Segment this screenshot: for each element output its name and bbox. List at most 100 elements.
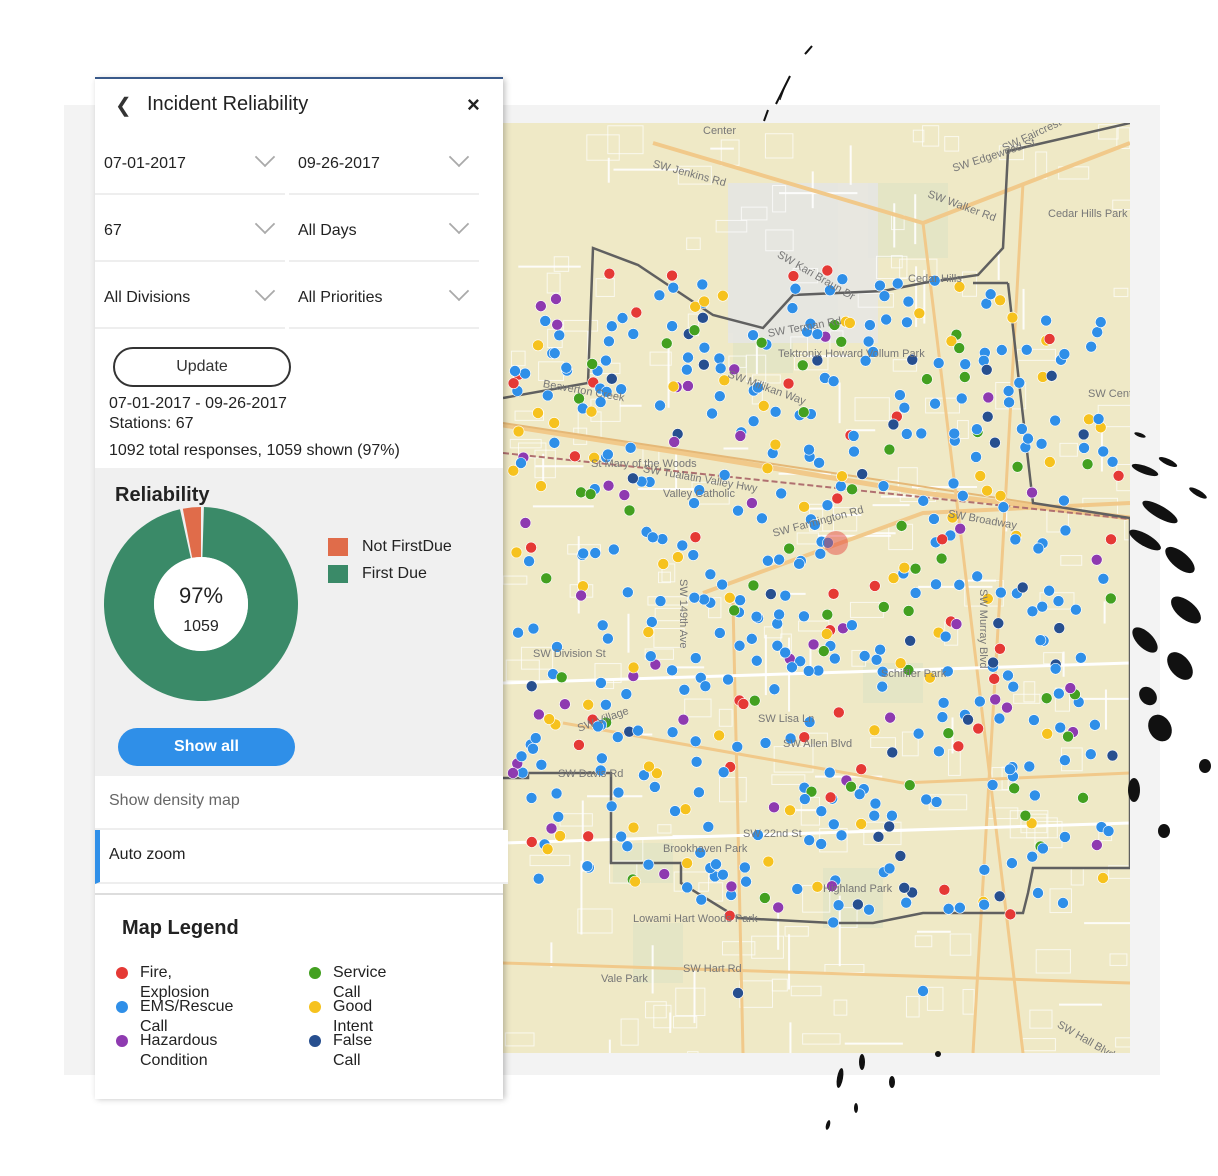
incident-marker[interactable] (627, 472, 639, 485)
incident-marker[interactable] (880, 313, 892, 326)
incident-marker[interactable] (947, 477, 960, 490)
incident-marker[interactable] (682, 380, 694, 392)
incident-marker[interactable] (796, 359, 809, 372)
incident-marker[interactable] (886, 746, 899, 759)
incident-marker[interactable] (1059, 754, 1071, 766)
incident-marker[interactable] (982, 391, 995, 404)
incident-marker[interactable] (548, 437, 561, 449)
incident-marker[interactable] (669, 805, 681, 817)
incident-marker[interactable] (1062, 730, 1074, 743)
incident-marker[interactable] (620, 688, 633, 700)
incident-marker[interactable] (747, 579, 760, 592)
incident-marker[interactable] (552, 811, 565, 823)
incident-marker[interactable] (603, 335, 615, 348)
incident-marker[interactable] (632, 724, 644, 737)
incident-marker[interactable] (786, 302, 799, 314)
incident-marker[interactable] (835, 829, 848, 842)
incident-marker[interactable] (555, 671, 568, 684)
incident-marker[interactable] (1019, 809, 1032, 822)
incident-marker[interactable] (874, 279, 886, 292)
incident-marker[interactable] (921, 373, 933, 385)
incident-marker[interactable] (713, 352, 726, 365)
auto-zoom-option[interactable]: Auto zoom (95, 830, 508, 884)
incident-marker[interactable] (909, 562, 922, 575)
incident-marker[interactable] (689, 652, 702, 664)
incident-marker[interactable] (1054, 721, 1067, 734)
incident-marker[interactable] (1043, 584, 1055, 597)
incident-marker[interactable] (1092, 413, 1105, 425)
incident-marker[interactable] (746, 633, 758, 645)
incident-marker[interactable] (646, 616, 658, 628)
incident-marker[interactable] (938, 884, 951, 896)
incident-marker[interactable] (740, 875, 752, 888)
incident-marker[interactable] (1045, 370, 1058, 382)
incident-marker[interactable] (864, 319, 876, 331)
incident-marker[interactable] (811, 880, 824, 893)
incident-marker[interactable] (894, 389, 906, 401)
incident-marker[interactable] (688, 591, 701, 604)
incident-marker[interactable] (656, 533, 669, 545)
incident-marker[interactable] (569, 450, 581, 463)
incident-marker[interactable] (1004, 763, 1016, 776)
incident-marker[interactable] (769, 438, 782, 451)
incident-marker[interactable] (883, 443, 896, 456)
incident-marker[interactable] (553, 329, 566, 342)
incident-marker[interactable] (1026, 486, 1038, 499)
incident-marker[interactable] (1058, 348, 1071, 360)
incident-marker[interactable] (978, 864, 991, 876)
incident-marker[interactable] (876, 680, 889, 693)
incident-marker[interactable] (732, 987, 744, 999)
incident-marker[interactable] (600, 699, 612, 711)
incident-marker[interactable] (1023, 760, 1036, 773)
incident-marker[interactable] (1058, 494, 1070, 507)
incident-marker[interactable] (551, 318, 563, 331)
incident-marker[interactable] (627, 328, 640, 340)
incident-marker[interactable] (698, 358, 710, 371)
incident-marker[interactable] (950, 618, 963, 630)
incident-marker[interactable] (704, 568, 717, 581)
incident-marker[interactable] (698, 341, 711, 354)
incident-marker[interactable] (746, 497, 758, 509)
incident-marker[interactable] (1053, 687, 1065, 700)
incident-marker[interactable] (586, 358, 598, 370)
incident-marker[interactable] (605, 800, 618, 813)
incident-marker[interactable] (820, 628, 833, 640)
incident-marker[interactable] (995, 586, 1007, 599)
incident-marker[interactable] (1097, 445, 1110, 458)
incident-marker[interactable] (737, 698, 750, 710)
incident-marker[interactable] (930, 578, 942, 591)
incident-marker[interactable] (793, 558, 805, 570)
incident-marker[interactable] (868, 809, 881, 822)
incident-marker[interactable] (1028, 714, 1040, 726)
incident-marker[interactable] (527, 622, 540, 635)
incident-marker[interactable] (799, 793, 811, 805)
incident-marker[interactable] (1106, 749, 1119, 762)
incident-marker[interactable] (994, 642, 1006, 655)
incident-marker[interactable] (677, 713, 690, 726)
incident-marker[interactable] (917, 495, 930, 507)
incident-marker[interactable] (953, 579, 966, 591)
incident-marker[interactable] (1003, 396, 1015, 409)
incident-marker[interactable] (732, 504, 744, 517)
incident-marker[interactable] (668, 436, 681, 448)
incident-marker[interactable] (1004, 908, 1017, 921)
incident-marker[interactable] (1105, 592, 1117, 605)
incident-marker[interactable] (846, 619, 858, 631)
incident-marker[interactable] (827, 588, 840, 600)
incident-marker[interactable] (828, 818, 840, 831)
incident-marker[interactable] (887, 418, 900, 431)
incident-marker[interactable] (988, 673, 1001, 685)
incident-marker[interactable] (815, 805, 828, 818)
incident-marker[interactable] (1016, 581, 1029, 594)
incident-marker[interactable] (1085, 340, 1097, 353)
incident-marker[interactable] (678, 683, 691, 696)
incident-marker[interactable] (699, 680, 712, 692)
incident-marker[interactable] (642, 626, 655, 638)
incident-marker[interactable] (716, 578, 728, 591)
incident-marker[interactable] (623, 504, 636, 517)
incident-marker[interactable] (611, 731, 624, 743)
incident-marker[interactable] (1037, 842, 1049, 855)
incident-marker[interactable] (559, 698, 571, 711)
incident-marker[interactable] (1059, 831, 1071, 843)
incident-marker[interactable] (600, 354, 612, 367)
